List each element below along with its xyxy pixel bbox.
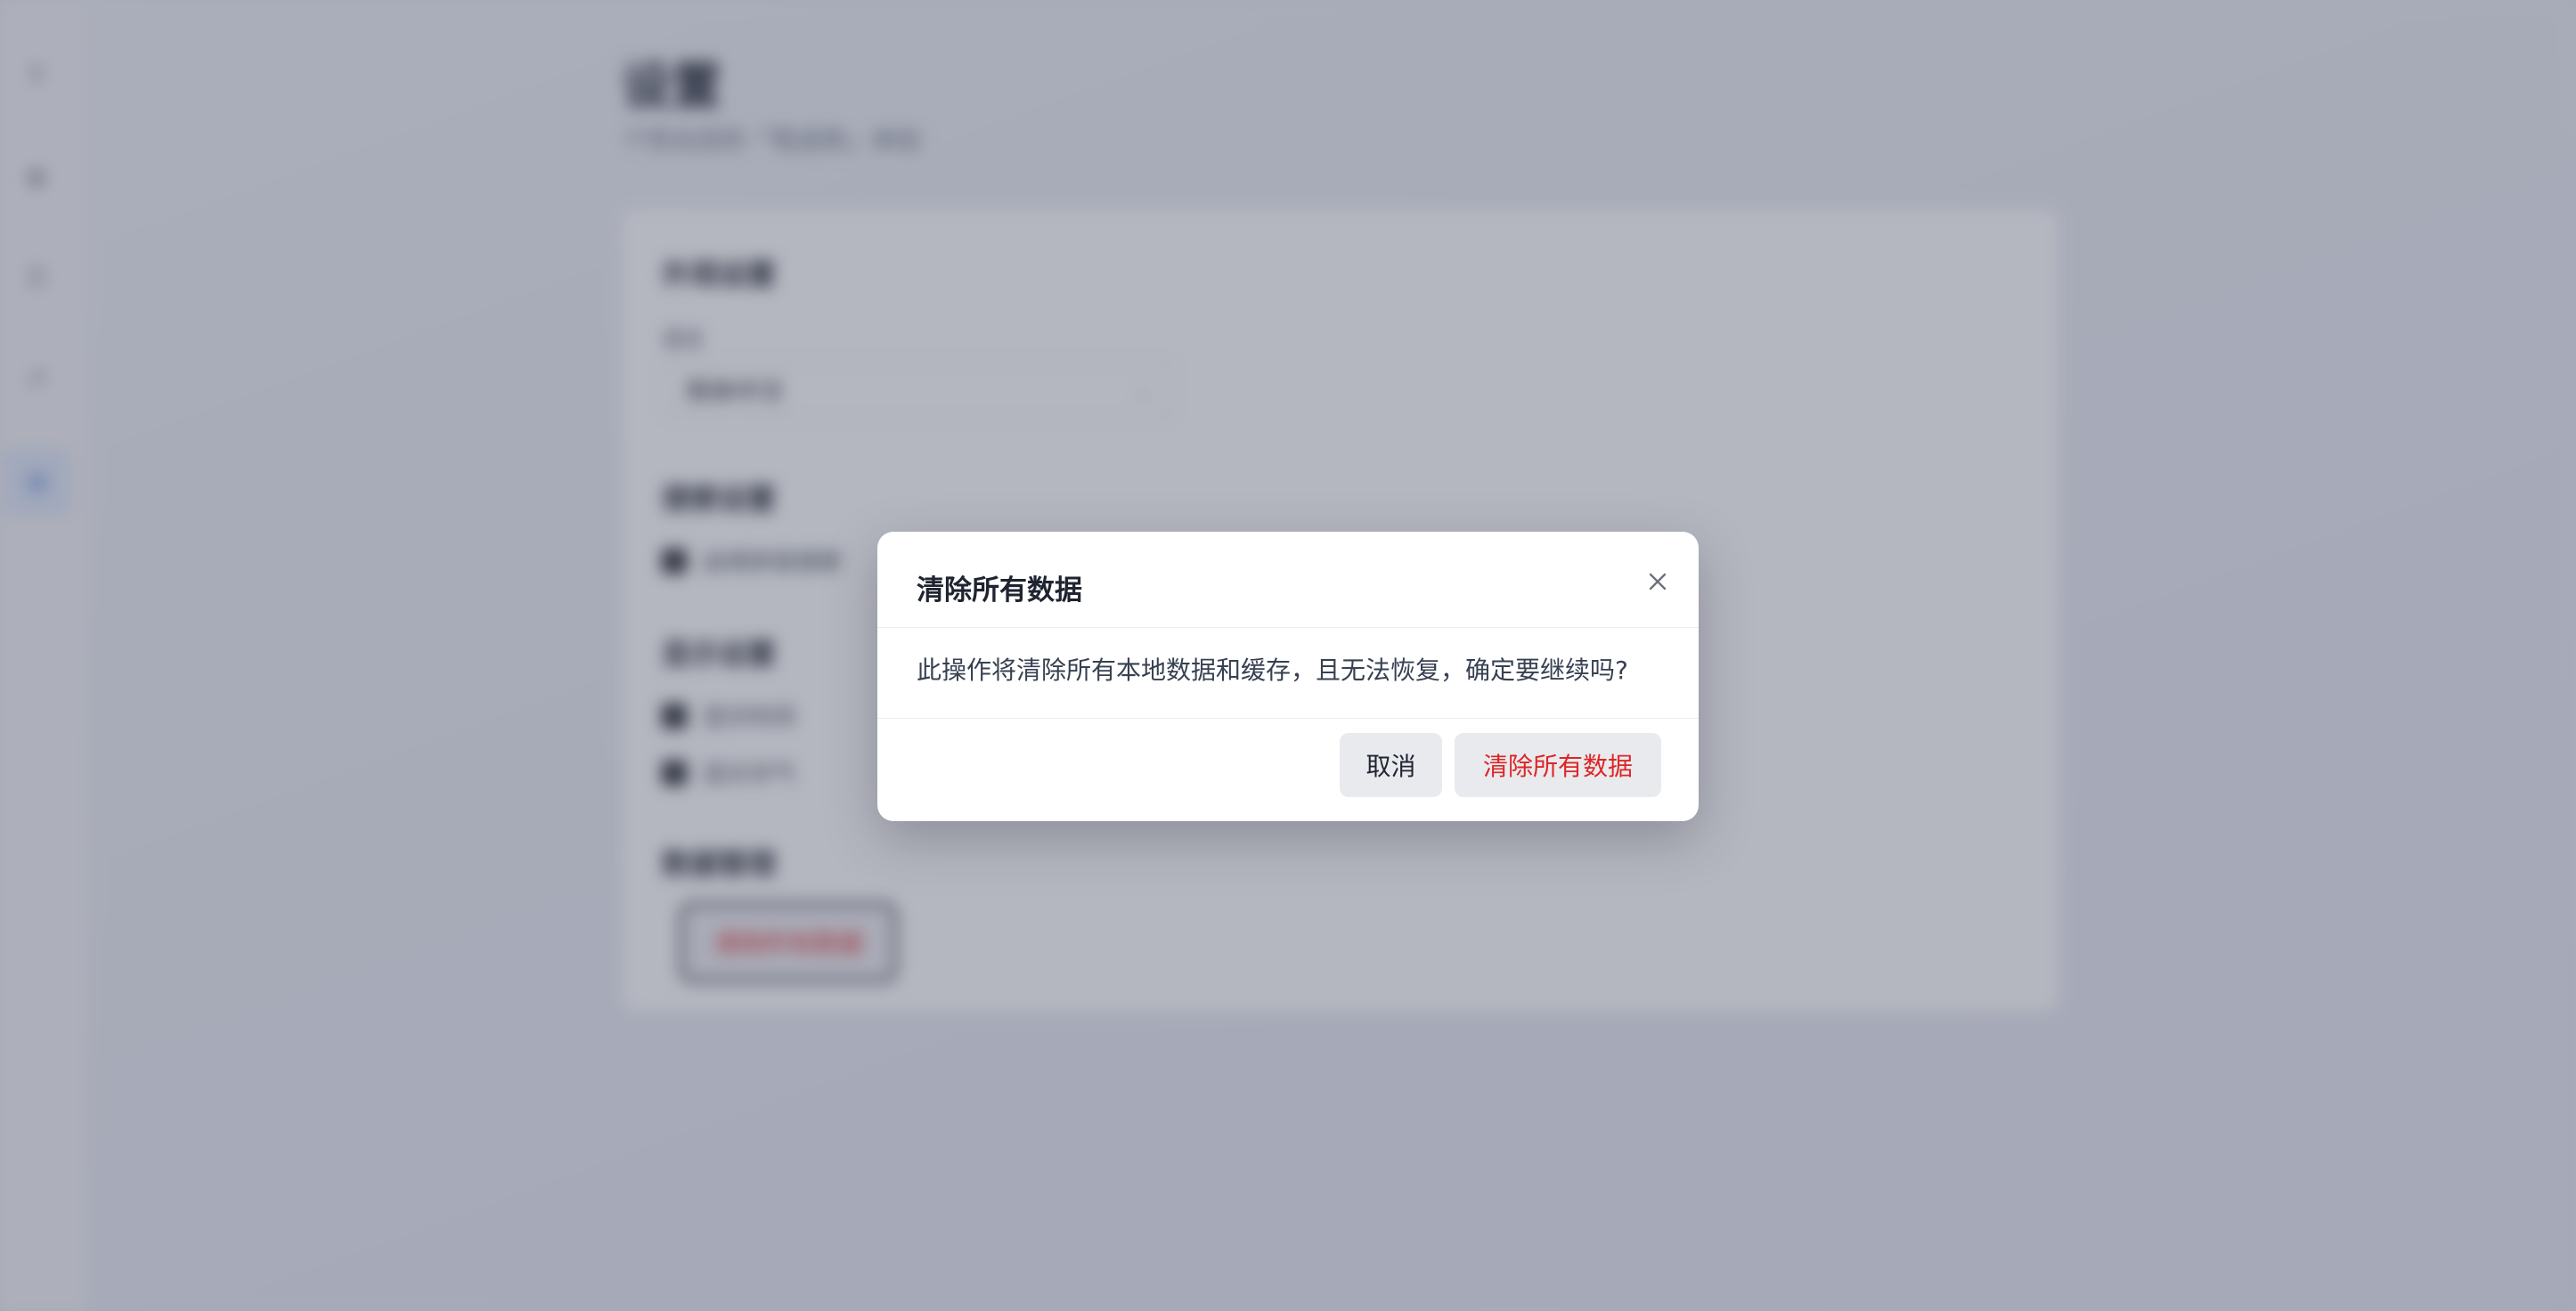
dialog-title: 清除所有数据 (917, 574, 1082, 607)
close-button[interactable] (1640, 564, 1675, 599)
clear-data-dialog: 清除所有数据 此操作将清除所有本地数据和缓存，且无法恢复，确定要继续吗? 取消 … (877, 532, 1699, 821)
cancel-button[interactable]: 取消 (1340, 733, 1442, 797)
close-icon (1649, 573, 1667, 590)
dialog-footer: 取消 清除所有数据 (877, 718, 1699, 821)
confirm-clear-data-button[interactable]: 清除所有数据 (1455, 733, 1661, 797)
dialog-header: 清除所有数据 (877, 532, 1699, 628)
dialog-message: 此操作将清除所有本地数据和缓存，且无法恢复，确定要继续吗? (917, 656, 1628, 685)
